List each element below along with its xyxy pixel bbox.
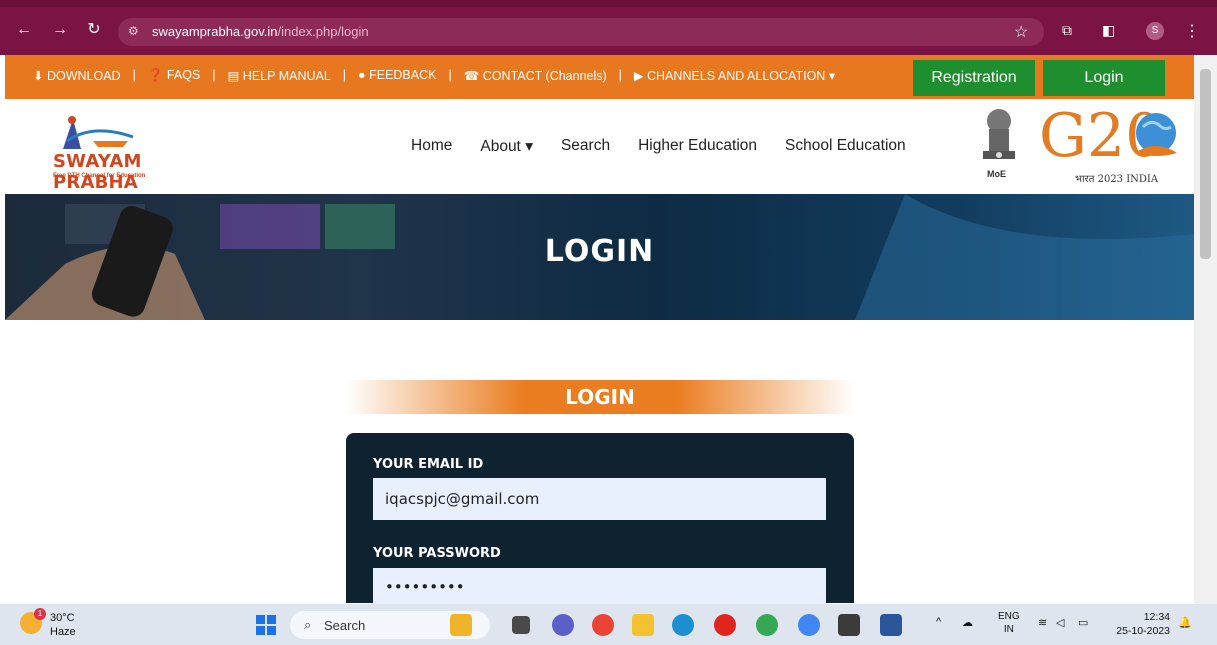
separator: | xyxy=(132,68,136,82)
file-explorer-icon[interactable] xyxy=(632,614,654,636)
password-label: YOUR PASSWORD xyxy=(373,546,501,561)
login-button[interactable]: Login xyxy=(1043,60,1165,96)
clock-date: 25-10-2023 xyxy=(1116,625,1170,637)
search-icon: ⌕ xyxy=(304,617,312,632)
nav-higher-education[interactable]: Higher Education xyxy=(638,137,757,156)
national-emblem-icon xyxy=(983,109,1015,159)
moe-emblem: MoE xyxy=(971,107,1027,185)
chrome-icon[interactable] xyxy=(592,614,614,636)
notification-bell-icon[interactable]: 🔔 xyxy=(1178,616,1192,629)
chrome-profile-icon[interactable] xyxy=(756,614,778,636)
taskbar: 1 30°C Haze ⌕ Search ^ ☁ ENG IN ≋ ◁ ▭ 12… xyxy=(0,604,1217,645)
download-icon: ⬇ xyxy=(33,69,44,83)
browser-tab-strip xyxy=(0,0,1217,7)
caret-down-icon: ▾ xyxy=(525,138,533,155)
site-header: SWAYAM PRABHA Free DTH Channel for Educa… xyxy=(5,99,1194,194)
wifi-icon[interactable]: ≋ xyxy=(1038,616,1047,629)
opera-icon[interactable] xyxy=(714,614,736,636)
g20-logo: G20 भारत 2023 INDIA xyxy=(1037,105,1187,189)
chat-icon: ● xyxy=(358,68,366,82)
main-navigation: Home About ▾ Search Higher Education Sch… xyxy=(411,137,906,156)
brand-name: SWAYAM PRABHA xyxy=(53,151,142,193)
extensions-icon[interactable]: ⧉ xyxy=(1062,22,1072,39)
separator: | xyxy=(618,68,622,82)
browser-menu-icon[interactable]: ⋮ xyxy=(1184,21,1200,41)
g20-subtitle: भारत 2023 INDIA xyxy=(1075,174,1159,185)
back-icon[interactable]: ← xyxy=(14,20,34,40)
task-view-icon[interactable] xyxy=(512,616,530,634)
taskbar-search-label: Search xyxy=(324,618,366,633)
language-indicator[interactable]: ENG IN xyxy=(998,610,1020,636)
nav-search[interactable]: Search xyxy=(561,137,610,156)
word-icon[interactable] xyxy=(880,614,902,636)
separator: | xyxy=(448,68,452,82)
topbar-link-help-manual[interactable]: ▤ HELP MANUAL xyxy=(228,68,331,83)
satellite-logo-icon xyxy=(63,116,134,149)
nav-home[interactable]: Home xyxy=(411,137,452,156)
site-topbar: ⬇ DOWNLOAD | ❓ FAQS | ▤ HELP MANUAL | ● … xyxy=(5,55,1194,99)
question-icon: ❓ xyxy=(147,68,164,82)
login-heading: LOGIN xyxy=(565,385,635,409)
globe-lotus-icon xyxy=(1135,113,1177,156)
address-url: swayamprabha.gov.in/index.php/login xyxy=(152,24,369,39)
profile-avatar[interactable]: S xyxy=(1146,22,1164,40)
caret-down-icon: ▾ xyxy=(828,69,836,83)
chat-app-icon[interactable] xyxy=(552,614,574,636)
hero-title: LOGIN xyxy=(544,234,655,269)
nav-about[interactable]: About ▾ xyxy=(480,137,533,156)
site-info-icon[interactable]: ⚙ xyxy=(128,24,139,38)
email-label: YOUR EMAIL ID xyxy=(373,457,484,472)
cloud-icon[interactable]: ☁ xyxy=(962,616,973,629)
topbar-link-faqs[interactable]: ❓ FAQS xyxy=(148,68,200,83)
reload-icon[interactable]: ↻ xyxy=(84,20,104,40)
widgets-icon[interactable] xyxy=(450,614,472,636)
nav-school-education[interactable]: School Education xyxy=(785,137,906,156)
chrome-active-icon[interactable] xyxy=(798,614,820,636)
clock-time: 12:34 xyxy=(1143,611,1170,623)
side-panel-icon[interactable]: ◧ xyxy=(1102,22,1115,39)
book-icon: ▤ xyxy=(227,69,240,83)
login-heading-strip: LOGIN xyxy=(346,380,854,414)
weather-badge: 1 xyxy=(34,608,46,620)
email-field[interactable] xyxy=(373,478,826,520)
weather-temperature: 30°C xyxy=(50,612,75,624)
forward-icon[interactable]: → xyxy=(50,20,70,40)
bookmark-star-icon[interactable]: ☆ xyxy=(1014,22,1028,42)
system-clock[interactable]: 12:34 25-10-2023 xyxy=(1110,610,1170,638)
browser-toolbar: ← → ↻ ⚙ swayamprabha.gov.in/index.php/lo… xyxy=(0,0,1217,55)
topbar-links: ⬇ DOWNLOAD | ❓ FAQS | ▤ HELP MANUAL | ● … xyxy=(33,68,835,83)
play-icon: ▶ xyxy=(633,69,644,83)
topbar-link-channels-allocation[interactable]: ▶ CHANNELS AND ALLOCATION ▾ xyxy=(634,68,835,83)
login-form: YOUR EMAIL ID YOUR PASSWORD ••••••••• xyxy=(346,433,854,610)
battery-icon[interactable]: ▭ xyxy=(1078,616,1088,629)
volume-icon[interactable]: ◁ xyxy=(1056,616,1064,629)
separator: | xyxy=(212,68,216,82)
hero-banner: LOGIN xyxy=(5,194,1194,320)
moe-caption: MoE xyxy=(987,169,1006,179)
windows-start-icon[interactable] xyxy=(256,615,276,635)
separator: | xyxy=(342,68,347,82)
weather-condition: Haze xyxy=(50,626,76,638)
topbar-link-feedback[interactable]: ● FEEDBACK xyxy=(358,68,436,83)
page-scrollbar[interactable] xyxy=(1194,55,1217,604)
registration-button[interactable]: Registration xyxy=(913,60,1035,96)
tray-chevron-icon[interactable]: ^ xyxy=(936,616,941,628)
address-bar[interactable]: ⚙ swayamprabha.gov.in/index.php/login xyxy=(118,18,1044,46)
brand-tagline: Free DTH Channel for Education xyxy=(53,173,146,179)
swayam-prabha-logo[interactable]: SWAYAM PRABHA Free DTH Channel for Educa… xyxy=(53,111,203,193)
scrollbar-thumb[interactable] xyxy=(1200,69,1211,259)
app-icon[interactable] xyxy=(838,614,860,636)
topbar-link-contact[interactable]: ☎ CONTACT (Channels) xyxy=(464,68,607,83)
phone-icon: ☎ xyxy=(463,69,480,83)
topbar-link-download[interactable]: ⬇ DOWNLOAD xyxy=(33,68,121,83)
edge-icon[interactable] xyxy=(672,614,694,636)
